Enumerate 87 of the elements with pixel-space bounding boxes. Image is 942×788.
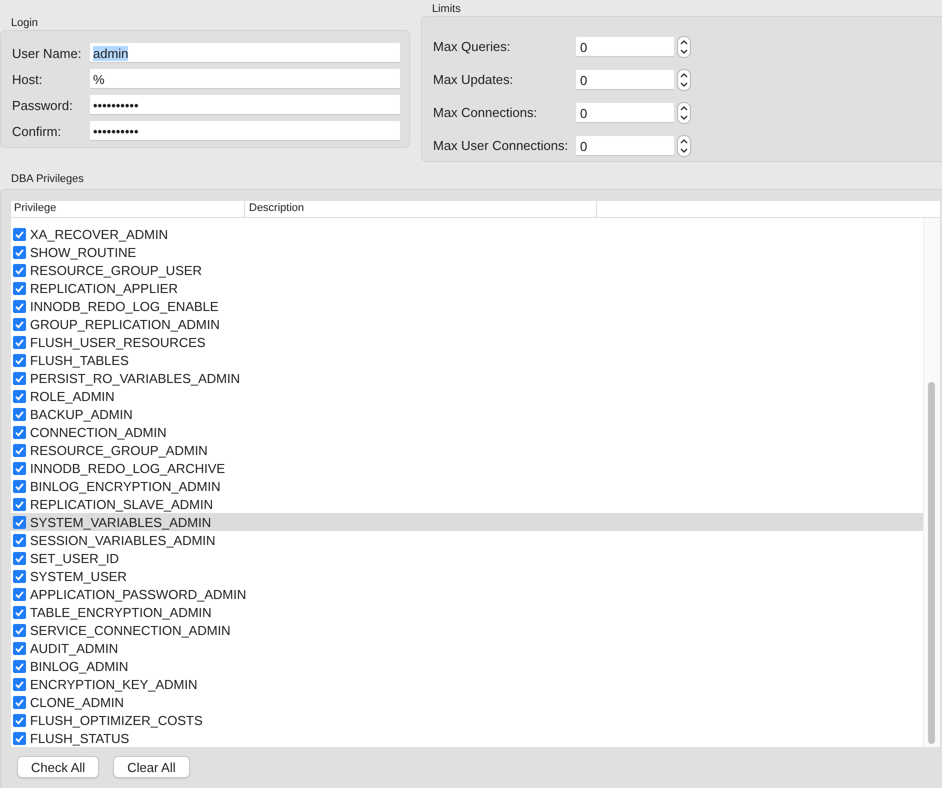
list-row[interactable]: FLUSH_USER_RESOURCES xyxy=(11,333,923,351)
stepper-icon[interactable] xyxy=(677,68,691,90)
group-title: DBA Privileges xyxy=(10,172,85,186)
scroll-thumb[interactable] xyxy=(928,382,935,744)
checkbox[interactable] xyxy=(13,318,26,330)
checkbox[interactable] xyxy=(13,570,26,582)
list-row[interactable]: CLONE_ADMIN xyxy=(11,693,923,711)
checkbox[interactable] xyxy=(13,246,26,258)
checkbox[interactable] xyxy=(13,462,26,474)
action-button[interactable]: Check All xyxy=(17,756,100,778)
column-header[interactable]: Description xyxy=(245,201,597,217)
checkbox[interactable] xyxy=(13,336,26,348)
checkbox[interactable] xyxy=(13,264,26,276)
checkbox[interactable] xyxy=(13,678,26,690)
column-header[interactable]: Privilege xyxy=(11,201,245,217)
list-row[interactable]: REPLICATION_APPLIER xyxy=(11,279,923,297)
field-label: Max Updates: xyxy=(433,72,514,87)
number-field[interactable]: 0 xyxy=(576,136,674,156)
field-label: Host: xyxy=(12,72,44,86)
checkbox[interactable] xyxy=(13,408,26,420)
list-row[interactable]: TABLE_ENCRYPTION_ADMIN xyxy=(11,603,923,621)
checkbox[interactable] xyxy=(13,606,26,618)
checkbox[interactable] xyxy=(13,624,26,636)
checkbox[interactable] xyxy=(13,588,26,600)
list-row[interactable]: ENCRYPTION_KEY_ADMIN xyxy=(11,675,923,693)
number-field[interactable]: 0 xyxy=(576,70,674,90)
number-field[interactable]: 0 xyxy=(576,36,674,56)
checkbox[interactable] xyxy=(13,732,26,744)
number-field[interactable]: 0 xyxy=(576,102,674,122)
list-row[interactable]: SERVICE_CONNECTION_ADMIN xyxy=(11,621,923,639)
list-row[interactable]: REPLICATION_SLAVE_ADMIN xyxy=(11,495,923,513)
checkbox[interactable] xyxy=(13,354,26,366)
checkbox[interactable] xyxy=(13,714,26,726)
input-field[interactable]: % xyxy=(90,69,400,89)
checkbox[interactable] xyxy=(13,642,26,654)
list-row[interactable]: APPLICATION_PASSWORD_ADMIN xyxy=(11,585,923,603)
input-field[interactable]: •••••••••• xyxy=(90,121,400,141)
list-row[interactable]: INNODB_REDO_LOG_ARCHIVE xyxy=(11,459,923,477)
list-row[interactable]: SESSION_VARIABLES_ADMIN xyxy=(11,531,923,549)
list-row[interactable]: XA_RECOVER_ADMIN xyxy=(11,225,923,243)
checkbox[interactable] xyxy=(13,372,26,384)
list-row[interactable]: AUDIT_ADMIN xyxy=(11,639,923,657)
list-row[interactable]: CONNECTION_ADMIN xyxy=(11,423,923,441)
list-row[interactable]: FLUSH_STATUS xyxy=(11,729,923,747)
field-label: Password: xyxy=(12,98,74,112)
input-field[interactable]: •••••••••• xyxy=(90,95,400,115)
list-row[interactable]: BACKUP_ADMIN xyxy=(11,405,923,423)
stepper-icon[interactable] xyxy=(677,134,691,156)
group-title: Login xyxy=(10,16,39,30)
field-label: Max User Connections: xyxy=(433,138,570,153)
stepper-icon[interactable] xyxy=(677,102,691,124)
checkbox[interactable] xyxy=(13,282,26,294)
field-label: User Name: xyxy=(12,46,82,60)
list-row[interactable]: FLUSH_TABLES xyxy=(11,351,923,369)
list-row[interactable]: RESOURCE_GROUP_USER xyxy=(11,261,923,279)
checkbox[interactable] xyxy=(13,300,26,312)
input-field[interactable]: admin xyxy=(90,43,400,63)
list-row[interactable]: GROUP_REPLICATION_ADMIN xyxy=(11,315,923,333)
list-row[interactable]: BINLOG_ENCRYPTION_ADMIN xyxy=(11,477,923,495)
checkbox[interactable] xyxy=(13,660,26,672)
list-row[interactable]: SHOW_ROUTINE xyxy=(11,243,923,261)
list-row[interactable]: FLUSH_OPTIMIZER_COSTS xyxy=(11,711,923,729)
list-row[interactable]: RESOURCE_GROUP_ADMIN xyxy=(11,441,923,459)
list-row[interactable]: PERSIST_RO_VARIABLES_ADMIN xyxy=(11,369,923,387)
field-label: Max Queries: xyxy=(433,39,512,54)
list-row[interactable]: BINLOG_ADMIN xyxy=(11,657,923,675)
checkbox[interactable] xyxy=(13,534,26,546)
action-button[interactable]: Clear All xyxy=(113,756,190,778)
group-title: Limits xyxy=(431,2,462,16)
list-row[interactable]: SYSTEM_VARIABLES_ADMIN xyxy=(11,513,923,531)
checkbox[interactable] xyxy=(13,516,26,528)
checkbox[interactable] xyxy=(13,228,26,240)
list-row[interactable]: SYSTEM_USER xyxy=(11,567,923,585)
list-row[interactable]: ROLE_ADMIN xyxy=(11,387,923,405)
field-label: Max Connections: xyxy=(433,105,538,120)
checkbox[interactable] xyxy=(13,390,26,402)
checkbox[interactable] xyxy=(13,480,26,492)
stepper-icon[interactable] xyxy=(677,36,691,58)
list-row[interactable]: INNODB_REDO_LOG_ENABLE xyxy=(11,297,923,315)
checkbox[interactable] xyxy=(13,498,26,510)
scrollbar[interactable] xyxy=(923,218,940,747)
checkbox[interactable] xyxy=(13,552,26,564)
checkbox[interactable] xyxy=(13,426,26,438)
list-row[interactable]: SET_USER_ID xyxy=(11,549,923,567)
checkbox[interactable] xyxy=(13,696,26,708)
field-label: Confirm: xyxy=(12,124,62,138)
checkbox[interactable] xyxy=(13,444,26,456)
